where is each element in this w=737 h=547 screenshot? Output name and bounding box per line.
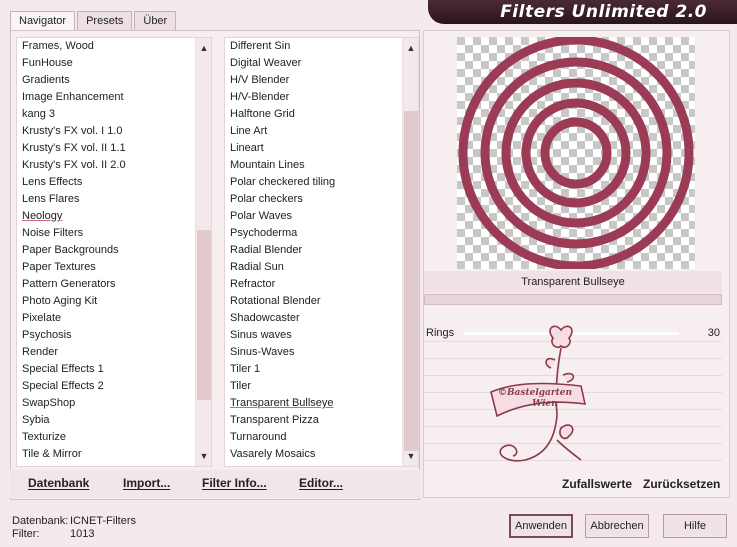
filter-list-item[interactable]: Different Sin <box>225 38 418 55</box>
filter-list-item[interactable]: H/V-Blender <box>225 89 418 106</box>
filter-scrollbar[interactable]: ▲ ▼ <box>402 38 418 466</box>
help-button[interactable]: Hilfe <box>663 514 727 538</box>
category-list[interactable]: Frames, Wood FunHouse Gradients Image Enhan… <box>16 37 212 467</box>
app-title: Filters Unlimited 2.0 <box>500 2 707 22</box>
category-list-item[interactable]: Noise Filters <box>17 225 211 242</box>
filter-count-label: Filter: <box>12 528 40 540</box>
watermark-line2: Wien <box>532 399 558 409</box>
filter-list-item[interactable]: Sinus-Waves <box>225 344 418 361</box>
category-list-item[interactable]: Neology <box>17 208 211 225</box>
filter-list-item[interactable]: Polar checkered tiling <box>225 174 418 191</box>
scroll-thumb[interactable] <box>404 111 418 451</box>
category-list-item[interactable]: Texturize <box>17 429 211 446</box>
filter-list-item[interactable]: Shadowcaster <box>225 310 418 327</box>
filter-list-item[interactable]: Mountain Lines <box>225 157 418 174</box>
preview-image <box>457 37 695 269</box>
scroll-up-icon[interactable]: ▲ <box>196 41 211 55</box>
watermark-line1: ©Bastelgarten <box>498 388 572 398</box>
scroll-up-icon[interactable]: ▲ <box>403 41 418 55</box>
filter-name-label: Transparent Bullseye <box>424 271 722 293</box>
tab-uber[interactable]: Über <box>134 11 177 31</box>
category-list-item[interactable]: Special Effects 2 <box>17 378 211 395</box>
category-list-item[interactable]: FunHouse <box>17 55 211 72</box>
filter-list-item[interactable]: Vasarely Mosaics <box>225 446 418 463</box>
category-list-item[interactable]: Frames, Wood <box>17 38 211 55</box>
filter-list-item[interactable]: Rotational Blender <box>225 293 418 310</box>
scroll-down-icon[interactable]: ▼ <box>403 449 418 463</box>
filter-items: Different Sin Digital Weaver H/V Blender H/… <box>225 38 418 463</box>
filter-list-item[interactable]: Radial Sun <box>225 259 418 276</box>
status-info: Datenbank: ICNET-Filters Filter: 1013 <box>12 515 136 541</box>
watermark-logo: ©Bastelgarten Wien <box>490 325 587 462</box>
datenbank-button[interactable]: Datenbank <box>28 476 89 490</box>
filter-list-item[interactable]: Digital Weaver <box>225 55 418 72</box>
category-list-item[interactable]: Sybia <box>17 412 211 429</box>
filter-list-item[interactable]: Transparent Bullseye <box>225 395 418 412</box>
title-bar: Filters Unlimited 2.0 <box>428 0 737 24</box>
category-items: Frames, Wood FunHouse Gradients Image Enhan… <box>17 38 211 463</box>
db-value: ICNET-Filters <box>70 515 136 527</box>
category-list-item[interactable]: Lens Effects <box>17 174 211 191</box>
tab-presets[interactable]: Presets <box>77 11 133 31</box>
filter-list-item[interactable]: Psychoderma <box>225 225 418 242</box>
category-list-item[interactable]: Pattern Generators <box>17 276 211 293</box>
apply-button[interactable]: Anwenden <box>509 514 573 538</box>
filter-list-item[interactable]: Turnaround <box>225 429 418 446</box>
scroll-down-icon[interactable]: ▼ <box>196 449 211 463</box>
category-list-item[interactable]: SwapShop <box>17 395 211 412</box>
filter-list-item[interactable]: Tiler 1 <box>225 361 418 378</box>
filter-list-item[interactable]: Lineart <box>225 140 418 157</box>
category-list-item[interactable]: Krusty's FX vol. I 1.0 <box>17 123 211 140</box>
tab-bar: Navigator Presets Über <box>10 11 178 32</box>
filter-list-item[interactable]: Line Art <box>225 123 418 140</box>
divider-bar <box>424 294 722 305</box>
scroll-thumb[interactable] <box>197 230 211 400</box>
filter-list[interactable]: Different Sin Digital Weaver H/V Blender H/… <box>224 37 419 467</box>
filter-list-item[interactable]: Polar checkers <box>225 191 418 208</box>
category-list-item[interactable]: Krusty's FX vol. II 1.1 <box>17 140 211 157</box>
category-list-item[interactable]: Lens Flares <box>17 191 211 208</box>
filter-list-item[interactable]: Refractor <box>225 276 418 293</box>
editor-button[interactable]: Editor... <box>299 476 343 490</box>
category-list-item[interactable]: Psychosis <box>17 327 211 344</box>
param-label: Rings <box>426 327 455 339</box>
random-values-button[interactable]: Zufallswerte <box>562 477 632 491</box>
cancel-button[interactable]: Abbrechen <box>585 514 649 538</box>
filter-list-item[interactable]: Halftone Grid <box>225 106 418 123</box>
category-list-item[interactable]: Pixelate <box>17 310 211 327</box>
category-list-item[interactable]: Krusty's FX vol. II 2.0 <box>17 157 211 174</box>
filter-list-item[interactable]: Sinus waves <box>225 327 418 344</box>
category-list-item[interactable]: Paper Textures <box>17 259 211 276</box>
filter-info-button[interactable]: Filter Info... <box>202 476 267 490</box>
tab-navigator[interactable]: Navigator <box>10 11 76 32</box>
category-list-item[interactable]: Paper Backgrounds <box>17 242 211 259</box>
filter-list-item[interactable]: Polar Waves <box>225 208 418 225</box>
param-value: 30 <box>707 327 720 339</box>
filter-list-item[interactable]: Radial Blender <box>225 242 418 259</box>
import-button[interactable]: Import... <box>123 476 170 490</box>
category-list-item[interactable]: Image Enhancement <box>17 89 211 106</box>
category-list-item[interactable]: Gradients <box>17 72 211 89</box>
category-list-item[interactable]: Tile & Mirror <box>17 446 211 463</box>
filter-list-item[interactable]: Transparent Pizza <box>225 412 418 429</box>
filter-list-item[interactable]: Tiler <box>225 378 418 395</box>
category-list-item[interactable]: kang 3 <box>17 106 211 123</box>
category-scrollbar[interactable]: ▲ ▼ <box>195 38 211 466</box>
reset-button[interactable]: Zurücksetzen <box>643 477 720 491</box>
filter-count-value: 1013 <box>70 528 95 540</box>
category-list-item[interactable]: Special Effects 1 <box>17 361 211 378</box>
filter-list-item[interactable]: H/V Blender <box>225 72 418 89</box>
category-list-item[interactable]: Photo Aging Kit <box>17 293 211 310</box>
db-label: Datenbank: <box>12 515 69 527</box>
category-list-item[interactable]: Render <box>17 344 211 361</box>
